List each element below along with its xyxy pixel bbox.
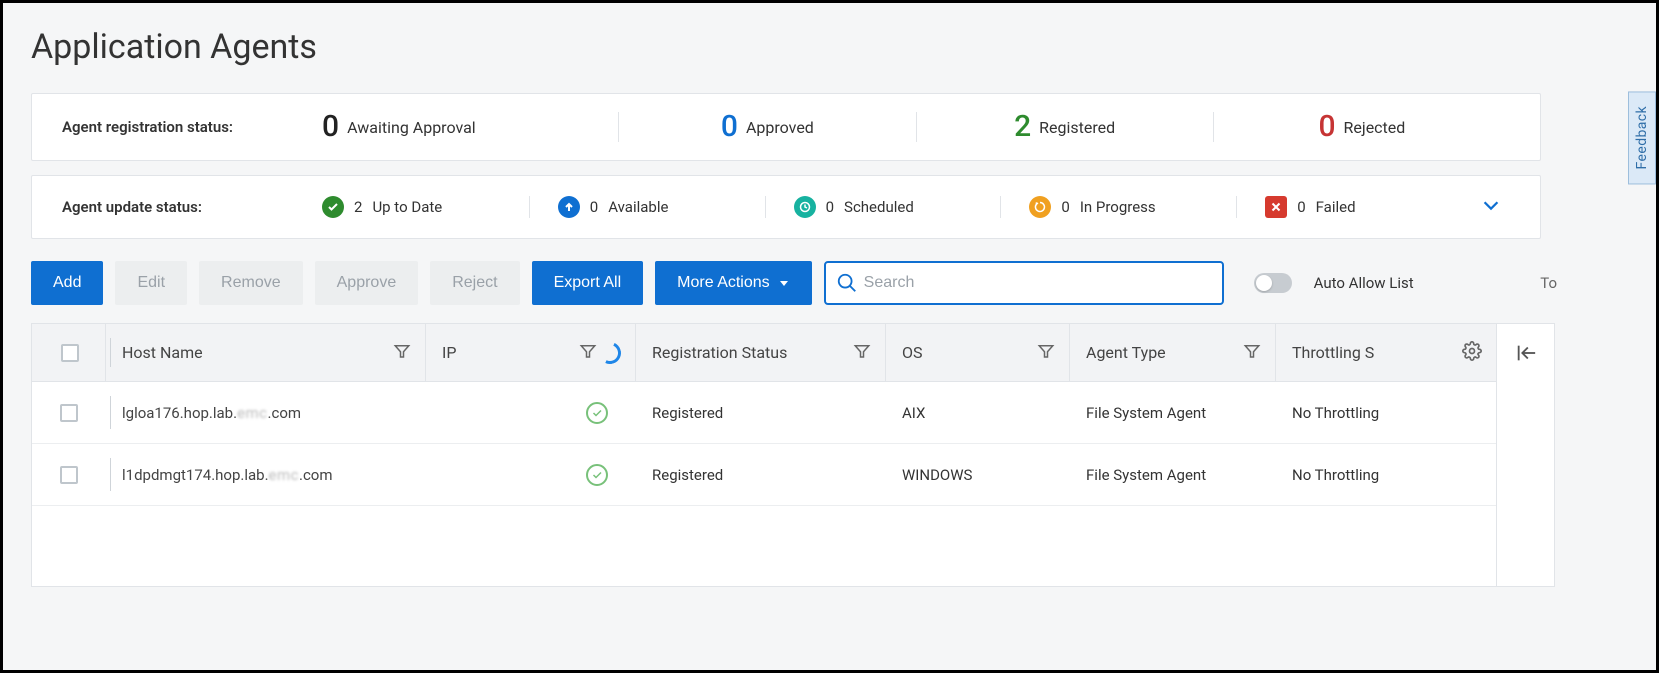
throttling-value: No Throttling	[1292, 466, 1379, 484]
status-approved[interactable]: 0 Approved	[618, 112, 915, 142]
scheduled-count: 0	[826, 198, 834, 216]
filter-icon[interactable]	[1243, 342, 1261, 364]
col-ip-label[interactable]: IP	[442, 343, 456, 362]
awaiting-count: 0	[322, 112, 339, 142]
available-count: 0	[590, 198, 598, 216]
filter-icon[interactable]	[853, 342, 871, 364]
gear-icon[interactable]	[1462, 341, 1482, 365]
inprogress-label: In Progress	[1080, 198, 1156, 216]
host-name: lgloa176.hop.lab.emc.com	[122, 404, 301, 422]
remove-button[interactable]: Remove	[199, 261, 303, 305]
registration-status-value: Registered	[652, 466, 723, 484]
table-row[interactable]: lgloa176.hop.lab.emc.com Registered AIX …	[32, 382, 1496, 444]
check-circle-outline-icon	[586, 402, 608, 424]
add-button[interactable]: Add	[31, 261, 103, 305]
agent-type-value: File System Agent	[1086, 404, 1206, 422]
check-circle-icon	[322, 196, 344, 218]
auto-allow-list-toggle[interactable]	[1254, 273, 1292, 293]
status-rejected[interactable]: 0 Rejected	[1213, 112, 1510, 142]
filter-icon[interactable]	[393, 342, 411, 364]
select-all-cell	[32, 324, 106, 381]
more-actions-label: More Actions	[677, 274, 769, 292]
awaiting-label: Awaiting Approval	[347, 118, 476, 137]
approved-count: 0	[721, 112, 738, 142]
registration-status-value: Registered	[652, 404, 723, 422]
update-available[interactable]: 0 Available	[529, 196, 765, 218]
update-inprogress[interactable]: 0 In Progress	[1000, 196, 1236, 218]
status-registered[interactable]: 2 Registered	[916, 112, 1213, 142]
os-value: AIX	[902, 404, 925, 422]
available-label: Available	[608, 198, 668, 216]
registration-status-label: Agent registration status:	[62, 118, 322, 136]
col-agent-label[interactable]: Agent Type	[1086, 343, 1166, 362]
col-os-label[interactable]: OS	[902, 343, 923, 362]
host-name: l1dpdmgt174.hop.lab.emc.com	[122, 466, 333, 484]
caret-down-icon	[778, 277, 790, 289]
edit-button[interactable]: Edit	[115, 261, 187, 305]
table-header: Host Name IP Registration Status	[32, 324, 1496, 382]
update-uptodate[interactable]: 2 Up to Date	[322, 196, 529, 218]
toolbar: Add Edit Remove Approve Reject Export Al…	[31, 261, 1559, 305]
update-scheduled[interactable]: 0 Scheduled	[765, 196, 1001, 218]
export-all-button[interactable]: Export All	[532, 261, 644, 305]
search-input-wrap[interactable]	[824, 261, 1224, 305]
uptodate-label: Up to Date	[372, 198, 442, 216]
registered-label: Registered	[1039, 118, 1115, 137]
agents-table: Host Name IP Registration Status	[31, 323, 1555, 587]
table-body: lgloa176.hop.lab.emc.com Registered AIX …	[32, 382, 1496, 586]
row-checkbox[interactable]	[60, 404, 78, 422]
clock-icon	[794, 196, 816, 218]
reject-button[interactable]: Reject	[430, 261, 519, 305]
scheduled-label: Scheduled	[844, 198, 914, 216]
collapse-left-icon	[1515, 342, 1537, 364]
page-title: Application Agents	[31, 27, 1628, 67]
update-status-card: Agent update status: 2 Up to Date 0 Avai…	[31, 175, 1541, 239]
more-actions-button[interactable]: More Actions	[655, 261, 811, 305]
registered-count: 2	[1014, 112, 1031, 142]
failed-count: 0	[1297, 198, 1305, 216]
update-failed[interactable]: 0 Failed	[1236, 196, 1472, 218]
col-reg-label[interactable]: Registration Status	[652, 343, 787, 362]
registration-status-card: Agent registration status: 0 Awaiting Ap…	[31, 93, 1541, 161]
chevron-down-icon[interactable]	[1472, 194, 1510, 220]
approve-button[interactable]: Approve	[315, 261, 419, 305]
table-row[interactable]: l1dpdmgt174.hop.lab.emc.com Registered W…	[32, 444, 1496, 506]
check-circle-outline-icon	[586, 464, 608, 486]
os-value: WINDOWS	[902, 466, 972, 484]
throttling-value: No Throttling	[1292, 404, 1379, 422]
filter-icon[interactable]	[1037, 342, 1055, 364]
approved-label: Approved	[746, 118, 814, 137]
uptodate-count: 2	[354, 198, 362, 216]
filter-icon[interactable]	[579, 342, 597, 364]
search-icon	[836, 272, 858, 294]
search-input[interactable]	[858, 274, 1212, 292]
update-status-label: Agent update status:	[62, 198, 322, 216]
col-throttling-label[interactable]: Throttling S	[1292, 343, 1374, 362]
collapse-panel-button[interactable]	[1496, 324, 1554, 586]
x-square-icon	[1265, 196, 1287, 218]
failed-label: Failed	[1316, 198, 1356, 216]
agent-type-value: File System Agent	[1086, 466, 1206, 484]
status-awaiting-approval[interactable]: 0 Awaiting Approval	[322, 112, 618, 142]
row-checkbox[interactable]	[60, 466, 78, 484]
rejected-label: Rejected	[1344, 118, 1406, 137]
loading-spinner-icon	[596, 338, 624, 366]
select-all-checkbox[interactable]	[61, 344, 79, 362]
overflow-hint: To	[1540, 274, 1559, 292]
rejected-count: 0	[1318, 112, 1335, 142]
progress-circle-icon	[1029, 196, 1051, 218]
arrow-up-circle-icon	[558, 196, 580, 218]
col-host-label[interactable]: Host Name	[122, 343, 203, 362]
feedback-tab[interactable]: Feedback	[1628, 91, 1656, 184]
inprogress-count: 0	[1061, 198, 1069, 216]
auto-allow-list-label: Auto Allow List	[1314, 274, 1414, 292]
